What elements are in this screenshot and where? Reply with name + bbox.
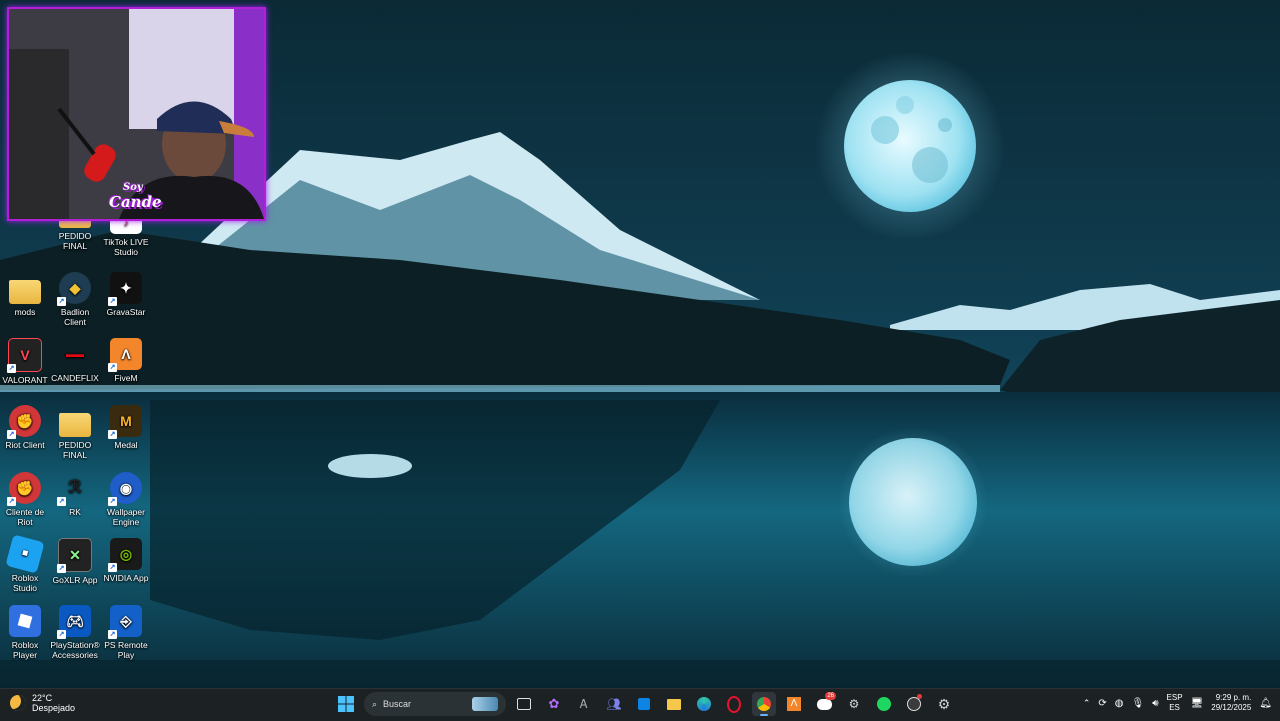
network-icon[interactable]: 🖥︎ xyxy=(1191,698,1204,709)
weather-temp: 22°C xyxy=(32,693,53,703)
riot-icon: ✊ ↗ xyxy=(7,472,41,506)
windows-icon xyxy=(338,696,354,712)
ps-remote-icon: ⎆ ↗ xyxy=(108,605,142,639)
desktop-icon-candeflix[interactable]: ▬▬ CANDEFLIX xyxy=(50,338,100,383)
search-icon: ⌕ xyxy=(372,698,378,709)
gear-icon: ⚙ xyxy=(937,695,951,712)
edge-icon xyxy=(697,697,711,711)
riot-icon: ✊ ↗ xyxy=(7,405,41,439)
roblox-studio-icon: ■ xyxy=(5,534,45,574)
desktop-icon-mods[interactable]: mods xyxy=(0,272,50,317)
gravastar-icon: ✦ ↗ xyxy=(108,272,142,306)
spotify-icon xyxy=(877,697,891,711)
task-view-button[interactable] xyxy=(512,692,536,716)
folder-icon xyxy=(59,413,91,437)
desktop-icon-goxlr-app[interactable]: ✕ ↗ GoXLR App xyxy=(50,538,100,585)
chevron-up-icon[interactable]: ⌃ xyxy=(1083,698,1091,709)
obs-icon xyxy=(907,697,921,711)
steam-button[interactable]: ⚙︎ xyxy=(842,692,866,716)
chrome-icon xyxy=(757,697,771,711)
desktop-icon-nvidia-app[interactable]: ◎ ↗ NVIDIA App xyxy=(101,538,151,583)
search-placeholder: Buscar xyxy=(383,699,412,709)
clock-time: 9:29 p. m. xyxy=(1215,693,1252,702)
store-icon xyxy=(638,698,650,710)
store-button[interactable] xyxy=(632,692,656,716)
nvidia-icon: ◎ ↗ xyxy=(108,538,142,572)
folder-icon xyxy=(667,698,681,710)
taskbar-apps: ⌕ Buscar ✿ Ꭺ 👥︎ Λ 26 ⚙︎ ⚙ xyxy=(334,692,956,716)
webcam-logo: Soy Cande xyxy=(109,182,162,211)
clock[interactable]: 9:29 p. m. 29/12/2025 xyxy=(1211,693,1251,713)
playstation-icon: 🎮︎ ↗ xyxy=(57,605,91,639)
system-tray: ⌃ ⟳ ◍ 🎙︎ 🔊︎ ESP ES 🖥︎ 9:29 p. m. 29/12/2… xyxy=(1083,693,1272,713)
goxlr-icon: ✕ ↗ xyxy=(57,538,92,573)
app-button-a[interactable]: Ꭺ xyxy=(572,692,596,716)
desktop-icon-valorant[interactable]: V ↗ VALORANT xyxy=(0,338,50,385)
recording-dot-icon xyxy=(917,694,922,699)
desktop-icon-badlion-client[interactable]: ◆ ↗ Badlion Client xyxy=(50,272,100,327)
microphone-icon[interactable]: 🎙︎ xyxy=(1132,698,1145,709)
sync-icon[interactable]: ⟳ xyxy=(1098,698,1106,709)
taskbar-search[interactable]: ⌕ Buscar xyxy=(364,692,506,716)
candeflix-icon: ▬▬ xyxy=(66,349,84,359)
fivem-taskbar-button[interactable]: Λ xyxy=(782,692,806,716)
copilot-button[interactable]: ✿ xyxy=(542,692,566,716)
moon-icon xyxy=(10,695,26,711)
notification-bell-icon[interactable]: 🔔︎ xyxy=(1259,698,1272,709)
volume-icon[interactable]: 🔊︎ xyxy=(1152,698,1158,709)
discord-button[interactable]: 26 xyxy=(812,692,836,716)
badlion-icon: ◆ ↗ xyxy=(57,272,91,306)
steam-icon: ⚙︎ xyxy=(848,697,860,711)
desktop-icon-fivem[interactable]: Λ ↗ FiveM xyxy=(101,338,151,383)
medal-icon: M ↗ xyxy=(108,405,142,439)
desktop-icon-ps-remote-play[interactable]: ⎆ ↗ PS Remote Play xyxy=(101,605,151,660)
start-button[interactable] xyxy=(334,692,358,716)
fivem-icon: Λ ↗ xyxy=(108,338,142,372)
desktop-icon-wallpaper-engine[interactable]: ◉ ↗ Wallpaper Engine xyxy=(101,472,151,527)
weather-desc: Despejado xyxy=(32,703,76,713)
desktop-icon-cliente-de-riot[interactable]: ✊ ↗ Cliente de Riot xyxy=(0,472,50,527)
desktop-icon-roblox-studio[interactable]: ■ Roblox Studio xyxy=(0,534,50,593)
teams-icon: 👥︎ xyxy=(606,697,622,711)
desktop-icon-riot-client[interactable]: ✊ ↗ Riot Client xyxy=(0,405,50,450)
wallpaper-engine-icon: ◉ ↗ xyxy=(108,472,142,506)
desktop-icon-roblox-player[interactable]: Roblox Player xyxy=(0,605,50,660)
spotify-button[interactable] xyxy=(872,692,896,716)
language-indicator[interactable]: ESP ES xyxy=(1167,693,1183,713)
search-highlight-icon xyxy=(472,697,498,711)
desktop-icon-pedido-final-2[interactable]: PEDIDO FINAL xyxy=(50,405,100,460)
chrome-button[interactable] xyxy=(752,692,776,716)
taskbar: 22°C Despejado ⌕ Buscar ✿ Ꭺ 👥︎ Λ 26 ⚙︎ ⚙ xyxy=(0,688,1280,721)
desktop-icon-rk[interactable]: ℛ ↗ RK xyxy=(50,472,100,517)
discord-badge: 26 xyxy=(825,692,836,700)
roblox-icon xyxy=(9,605,41,637)
rk-icon: ℛ ↗ xyxy=(57,479,82,506)
teams-button[interactable]: 👥︎ xyxy=(602,692,626,716)
task-view-icon xyxy=(517,698,531,710)
settings-button[interactable]: ⚙ xyxy=(932,692,956,716)
discord-icon xyxy=(816,698,832,710)
opera-icon xyxy=(727,695,741,713)
valorant-icon: V ↗ xyxy=(7,338,42,373)
clock-date: 29/12/2025 xyxy=(1211,703,1252,712)
copilot-icon: ✿ xyxy=(548,696,560,711)
weather-widget[interactable]: 22°C Despejado xyxy=(10,693,75,713)
desktop-icon-medal[interactable]: M ↗ Medal xyxy=(101,405,151,450)
fivem-icon: Λ xyxy=(787,697,801,711)
edge-button[interactable] xyxy=(692,692,716,716)
opera-button[interactable] xyxy=(722,692,746,716)
obs-button[interactable] xyxy=(902,692,926,716)
webcam-overlay: Soy Cande xyxy=(7,7,266,221)
app-a-icon: Ꭺ xyxy=(579,696,589,711)
meter-icon[interactable]: ◍ xyxy=(1115,698,1124,709)
folder-icon xyxy=(9,280,41,304)
desktop-icon-gravastar[interactable]: ✦ ↗ GravaStar xyxy=(101,272,151,317)
file-explorer-button[interactable] xyxy=(662,692,686,716)
desktop-icon-playstation-accessories[interactable]: 🎮︎ ↗ PlayStation® Accessories xyxy=(50,605,100,660)
